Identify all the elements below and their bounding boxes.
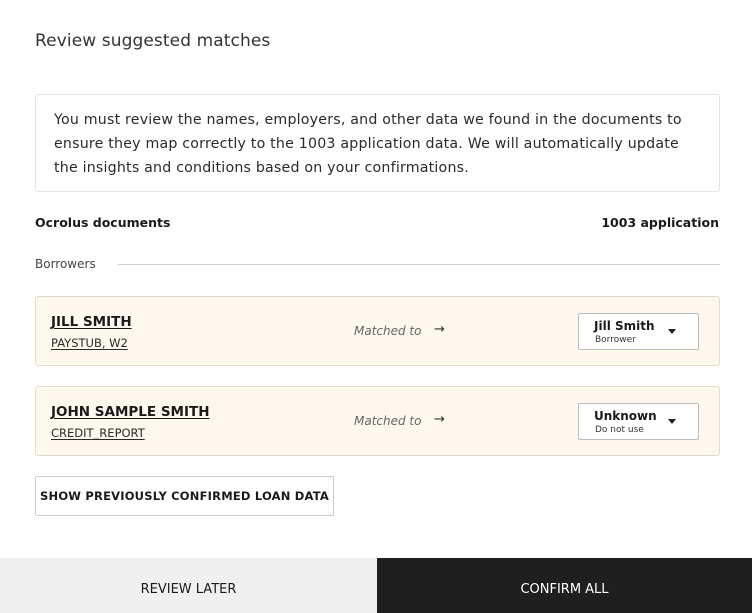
caret-down-icon xyxy=(668,419,676,424)
matched-to-label: Matched to xyxy=(354,324,422,338)
match-card: JILL SMITH PAYSTUB, W2 Matched to → Jill… xyxy=(35,296,720,366)
section-divider xyxy=(118,264,720,265)
info-message-text: You must review the names, employers, an… xyxy=(54,112,682,176)
arrow-right-icon: → xyxy=(434,412,445,427)
section-label-borrowers: Borrowers xyxy=(35,257,96,271)
column-header-ocrolus-documents: Ocrolus documents xyxy=(35,215,171,230)
document-name-link[interactable]: JILL SMITH xyxy=(51,314,132,330)
match-card: JOHN SAMPLE SMITH CREDIT_REPORT Matched … xyxy=(35,386,720,456)
show-previously-confirmed-button[interactable]: SHOW PREVIOUSLY CONFIRMED LOAN DATA xyxy=(35,476,334,516)
application-match-dropdown[interactable]: Unknown Do not use xyxy=(578,403,699,440)
application-match-dropdown[interactable]: Jill Smith Borrower xyxy=(578,313,699,350)
column-header-1003-application: 1003 application xyxy=(601,215,719,230)
review-later-button[interactable]: REVIEW LATER xyxy=(0,558,377,613)
arrow-right-icon: → xyxy=(434,322,445,337)
dropdown-selected-value: Unknown xyxy=(594,409,657,423)
info-message-box: You must review the names, employers, an… xyxy=(35,94,720,192)
document-types-link[interactable]: CREDIT_REPORT xyxy=(51,426,145,440)
dropdown-selected-role: Borrower xyxy=(595,335,636,345)
page-title: Review suggested matches xyxy=(35,31,271,51)
document-types-link[interactable]: PAYSTUB, W2 xyxy=(51,336,128,350)
caret-down-icon xyxy=(668,329,676,334)
document-name-link[interactable]: JOHN SAMPLE SMITH xyxy=(51,404,210,420)
matched-to-label: Matched to xyxy=(354,414,422,428)
confirm-all-button[interactable]: CONFIRM ALL xyxy=(377,558,752,613)
dropdown-selected-role: Do not use xyxy=(595,425,644,435)
dropdown-selected-value: Jill Smith xyxy=(594,319,655,333)
